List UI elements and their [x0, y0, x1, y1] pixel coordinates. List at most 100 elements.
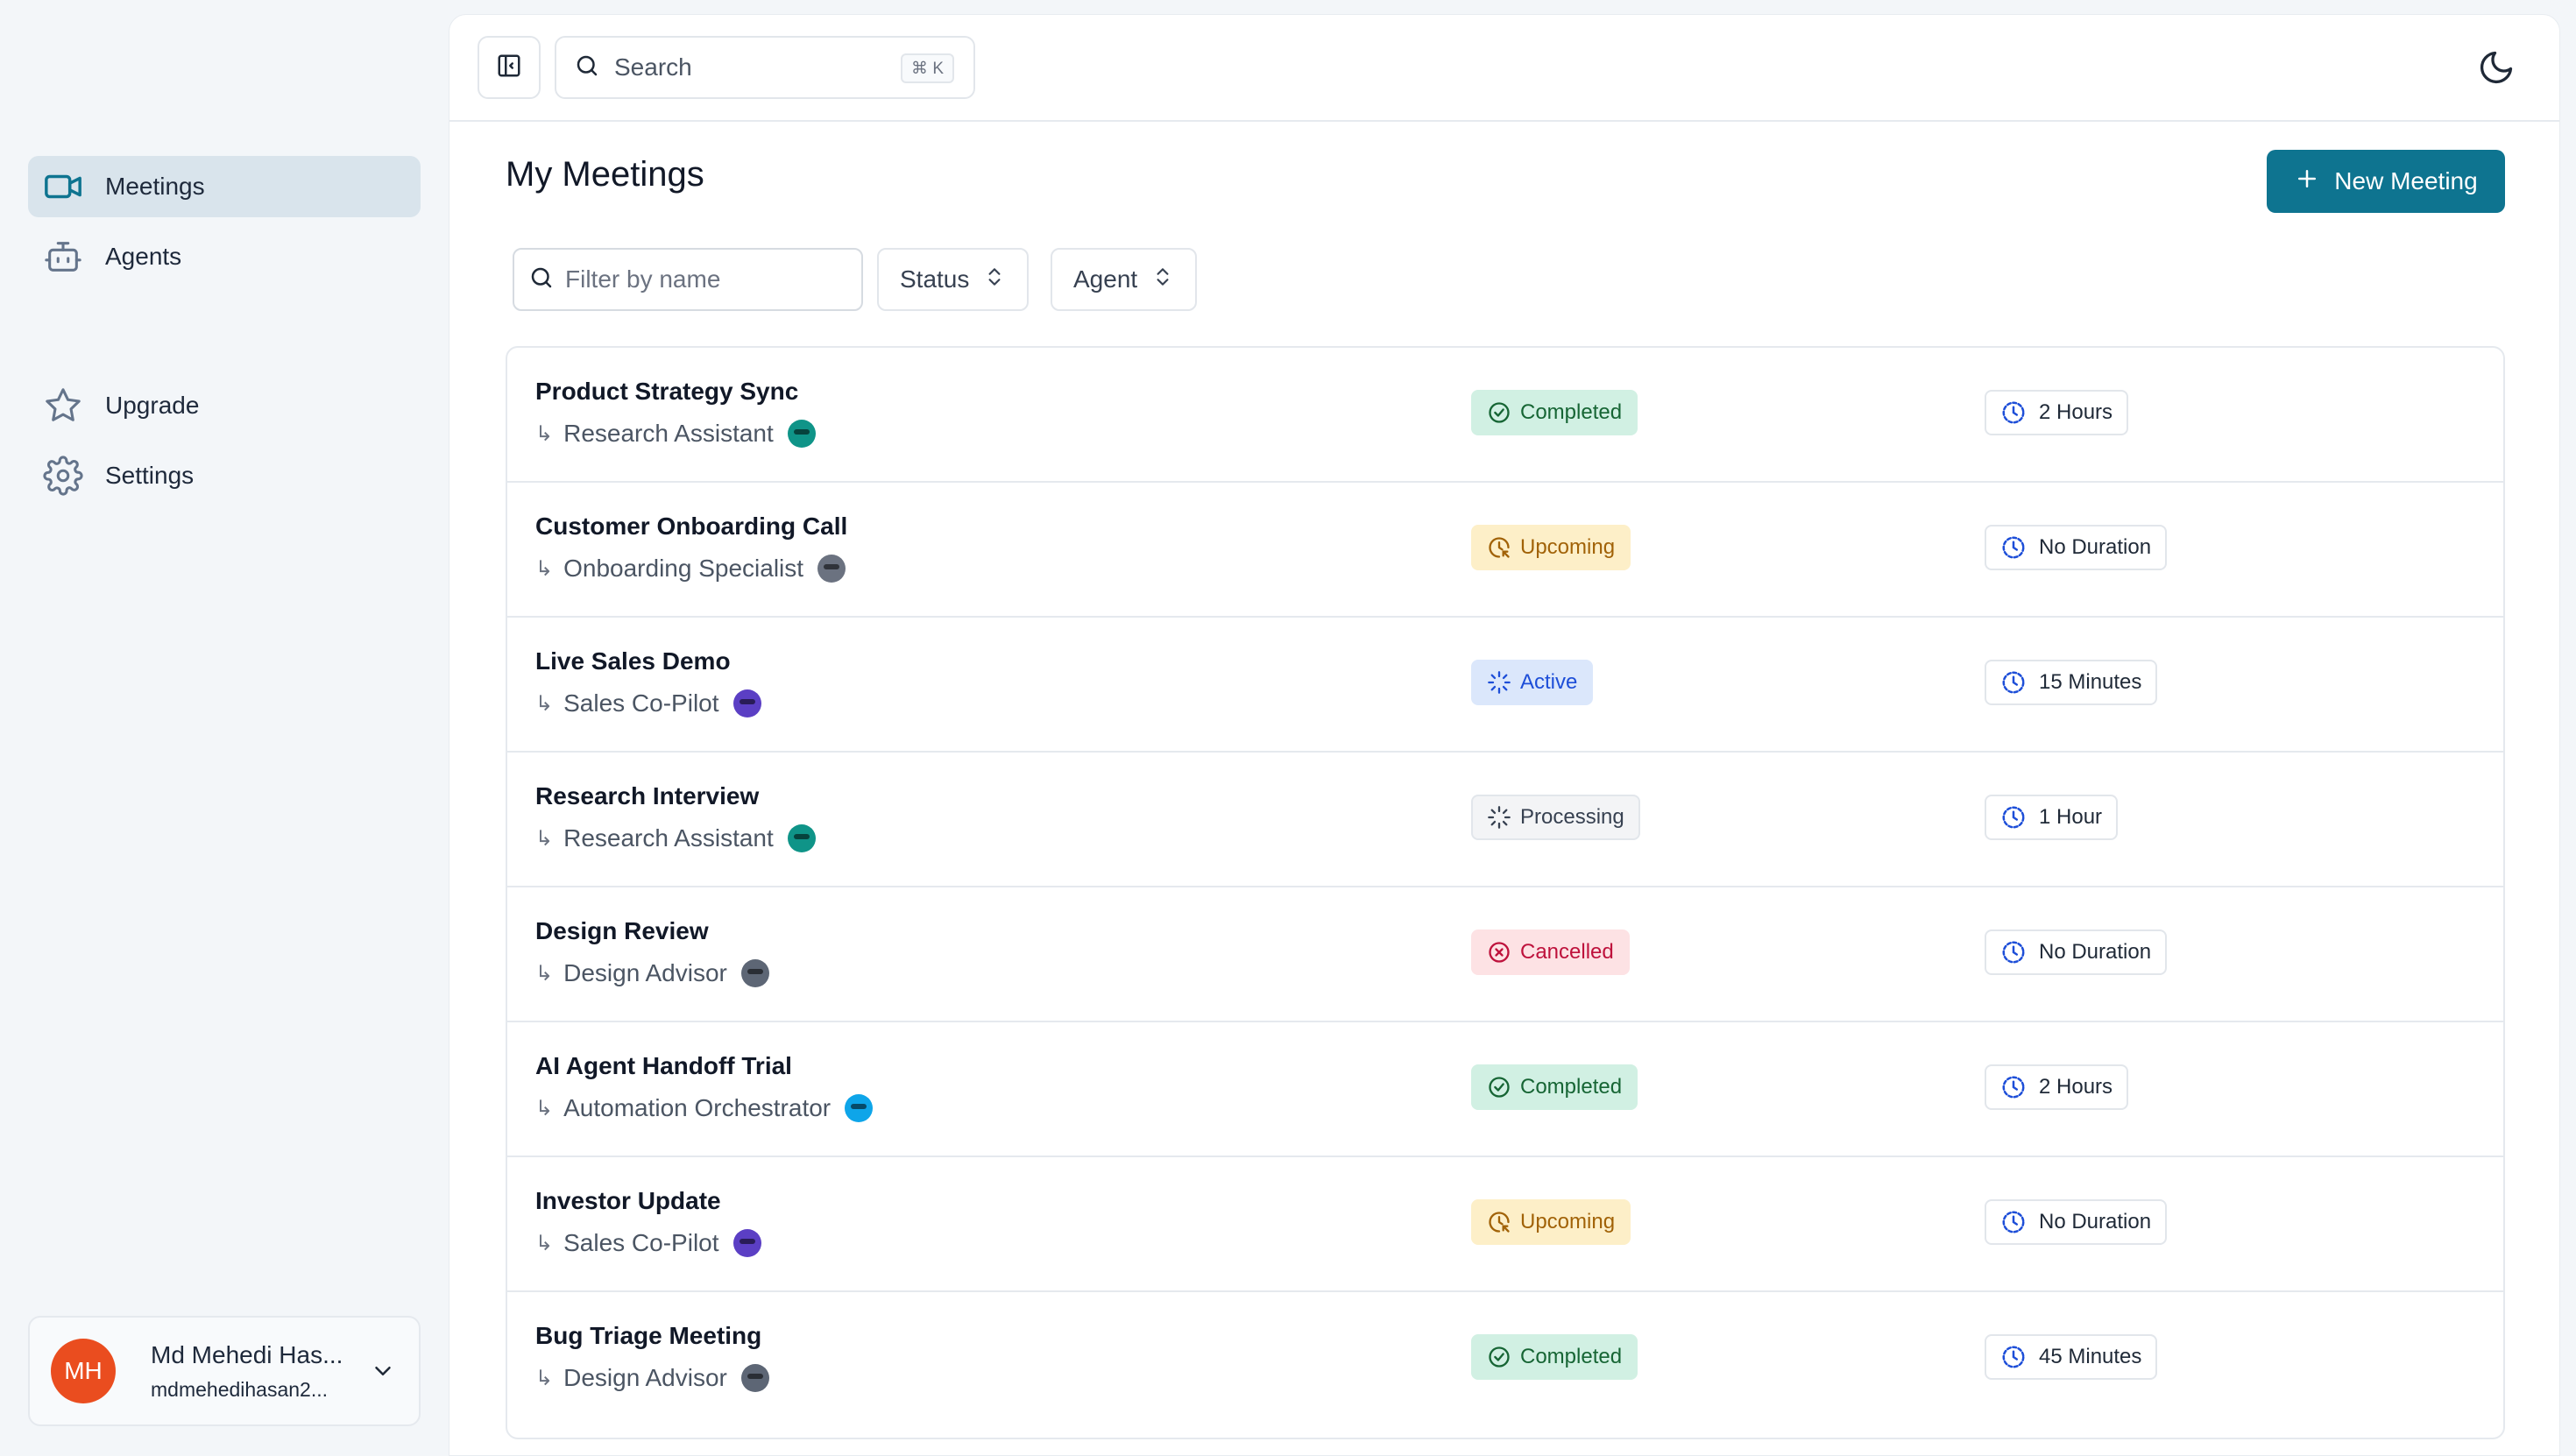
meeting-title: Live Sales Demo	[535, 647, 731, 675]
search-button[interactable]: Search ⌘ K	[555, 36, 975, 99]
new-meeting-label: New Meeting	[2334, 167, 2478, 194]
clock-arrow-icon	[1487, 1210, 1511, 1234]
duration-label: No Duration	[2039, 535, 2152, 559]
corner-arrow-icon: ↳	[535, 1231, 554, 1255]
status-filter-dropdown[interactable]: Status	[877, 248, 1030, 311]
clock-icon	[2000, 804, 2027, 830]
user-name: Md Mehedi Has...	[151, 1340, 343, 1368]
plus-icon	[2294, 166, 2320, 198]
status-label: Active	[1520, 670, 1578, 694]
search-placeholder: Search	[614, 53, 692, 81]
corner-arrow-icon: ↳	[535, 556, 554, 581]
agent-filter-dropdown[interactable]: Agent	[1051, 248, 1198, 311]
duration-badge: 2 Hours	[1985, 1064, 2129, 1110]
status-label: Completed	[1520, 1345, 1623, 1368]
user-menu-button[interactable]: MH Md Mehedi Has... mdmehedihasan2...	[28, 1316, 421, 1426]
status-badge: Completed	[1471, 1064, 1638, 1110]
agent-avatar	[740, 959, 769, 987]
theme-toggle-button[interactable]	[2477, 48, 2516, 91]
meeting-agent: ↳ Sales Co-Pilot	[535, 689, 761, 717]
duration-label: No Duration	[2039, 1210, 2152, 1233]
sidebar-item-settings[interactable]: Settings	[28, 445, 421, 506]
agent-name: Sales Co-Pilot	[563, 689, 719, 717]
meeting-title: Investor Update	[535, 1187, 721, 1214]
status-badge: Processing	[1471, 795, 1640, 840]
corner-arrow-icon: ↳	[535, 961, 554, 986]
agent-name: Sales Co-Pilot	[563, 1229, 719, 1256]
meeting-agent: ↳ Onboarding Specialist	[535, 555, 846, 583]
chevrons-up-down-icon	[983, 265, 1006, 294]
filter-by-name-input[interactable]: Filter by name	[513, 248, 863, 311]
clock-icon	[2000, 939, 2027, 965]
meeting-title: Customer Onboarding Call	[535, 512, 848, 540]
agent-name: Design Advisor	[563, 1364, 727, 1391]
topbar: Search ⌘ K	[449, 15, 2559, 122]
corner-arrow-icon: ↳	[535, 1096, 554, 1120]
clock-arrow-icon	[1487, 535, 1511, 560]
sidebar-item-meetings[interactable]: Meetings	[28, 156, 421, 217]
search-icon	[574, 53, 600, 83]
duration-label: 1 Hour	[2039, 805, 2103, 829]
star-icon	[42, 385, 84, 427]
logo	[131, 53, 263, 88]
sidebar-item-label: Settings	[105, 462, 195, 489]
table-row[interactable]: Research Interview ↳ Research Assistant Pro…	[507, 753, 2503, 887]
table-row[interactable]: Live Sales Demo ↳ Sales Co-Pilot Active 15 M…	[507, 618, 2503, 753]
agent-name: Research Assistant	[563, 824, 774, 852]
sidebar: Meetings Agents Upgrade Settings MH Md M…	[0, 0, 447, 1456]
bot-icon	[42, 236, 84, 278]
agent-avatar	[845, 1094, 874, 1122]
filter-placeholder: Filter by name	[565, 265, 721, 293]
loader-icon	[1487, 805, 1511, 830]
new-meeting-button[interactable]: New Meeting	[2267, 150, 2505, 213]
meeting-agent: ↳ Automation Orchestrator	[535, 1094, 874, 1122]
duration-badge: 1 Hour	[1985, 795, 2119, 840]
duration-label: 2 Hours	[2039, 400, 2113, 424]
status-filter-label: Status	[900, 265, 970, 293]
table-row[interactable]: Design Review ↳ Design Advisor Cancelled No …	[507, 887, 2503, 1022]
corner-arrow-icon: ↳	[535, 421, 554, 446]
gear-icon	[42, 455, 84, 497]
agent-name: Research Assistant	[563, 420, 774, 447]
avatar: MH	[51, 1339, 116, 1403]
table-row[interactable]: Customer Onboarding Call ↳ Onboarding Spec…	[507, 483, 2503, 618]
user-email: mdmehedihasan2...	[151, 1377, 329, 1401]
sidebar-item-upgrade[interactable]: Upgrade	[28, 375, 421, 436]
agent-avatar	[732, 1229, 761, 1257]
meeting-agent: ↳ Design Advisor	[535, 959, 769, 987]
check-circle-icon	[1487, 1345, 1511, 1369]
clock-icon	[2000, 1209, 2027, 1235]
meetings-table: Product Strategy Sync ↳ Research Assistant…	[506, 346, 2505, 1439]
meeting-title: Bug Triage Meeting	[535, 1322, 762, 1349]
duration-badge: 15 Minutes	[1985, 660, 2158, 705]
check-circle-icon	[1487, 1075, 1511, 1099]
main-panel: Search ⌘ K My Meetings New Meeting Filte…	[449, 14, 2560, 1456]
sidebar-toggle-button[interactable]	[478, 36, 541, 99]
corner-arrow-icon: ↳	[535, 1366, 554, 1390]
video-icon	[42, 166, 84, 208]
meeting-title: Design Review	[535, 917, 709, 944]
status-badge: Upcoming	[1471, 1199, 1631, 1245]
duration-badge: No Duration	[1985, 929, 2168, 975]
duration-label: 45 Minutes	[2039, 1345, 2142, 1368]
table-row[interactable]: Investor Update ↳ Sales Co-Pilot Upcoming No…	[507, 1157, 2503, 1292]
meeting-agent: ↳ Research Assistant	[535, 420, 816, 448]
sidebar-item-label: Upgrade	[105, 392, 200, 419]
status-label: Upcoming	[1520, 535, 1616, 559]
status-badge: Upcoming	[1471, 525, 1631, 570]
corner-arrow-icon: ↳	[535, 691, 554, 716]
agent-filter-label: Agent	[1073, 265, 1138, 293]
sidebar-item-agents[interactable]: Agents	[28, 226, 421, 287]
duration-label: No Duration	[2039, 940, 2152, 964]
search-icon	[528, 265, 555, 295]
clock-icon	[2000, 399, 2027, 426]
agent-name: Onboarding Specialist	[563, 555, 804, 582]
duration-badge: No Duration	[1985, 525, 2168, 570]
table-row[interactable]: Product Strategy Sync ↳ Research Assistant…	[507, 348, 2503, 483]
meeting-agent: ↳ Sales Co-Pilot	[535, 1229, 761, 1257]
table-row[interactable]: Bug Triage Meeting ↳ Design Advisor Complet…	[507, 1292, 2503, 1427]
status-badge: Completed	[1471, 390, 1638, 435]
agent-avatar	[732, 689, 761, 717]
table-row[interactable]: AI Agent Handoff Trial ↳ Automation Orches…	[507, 1022, 2503, 1157]
status-label: Processing	[1520, 805, 1624, 829]
